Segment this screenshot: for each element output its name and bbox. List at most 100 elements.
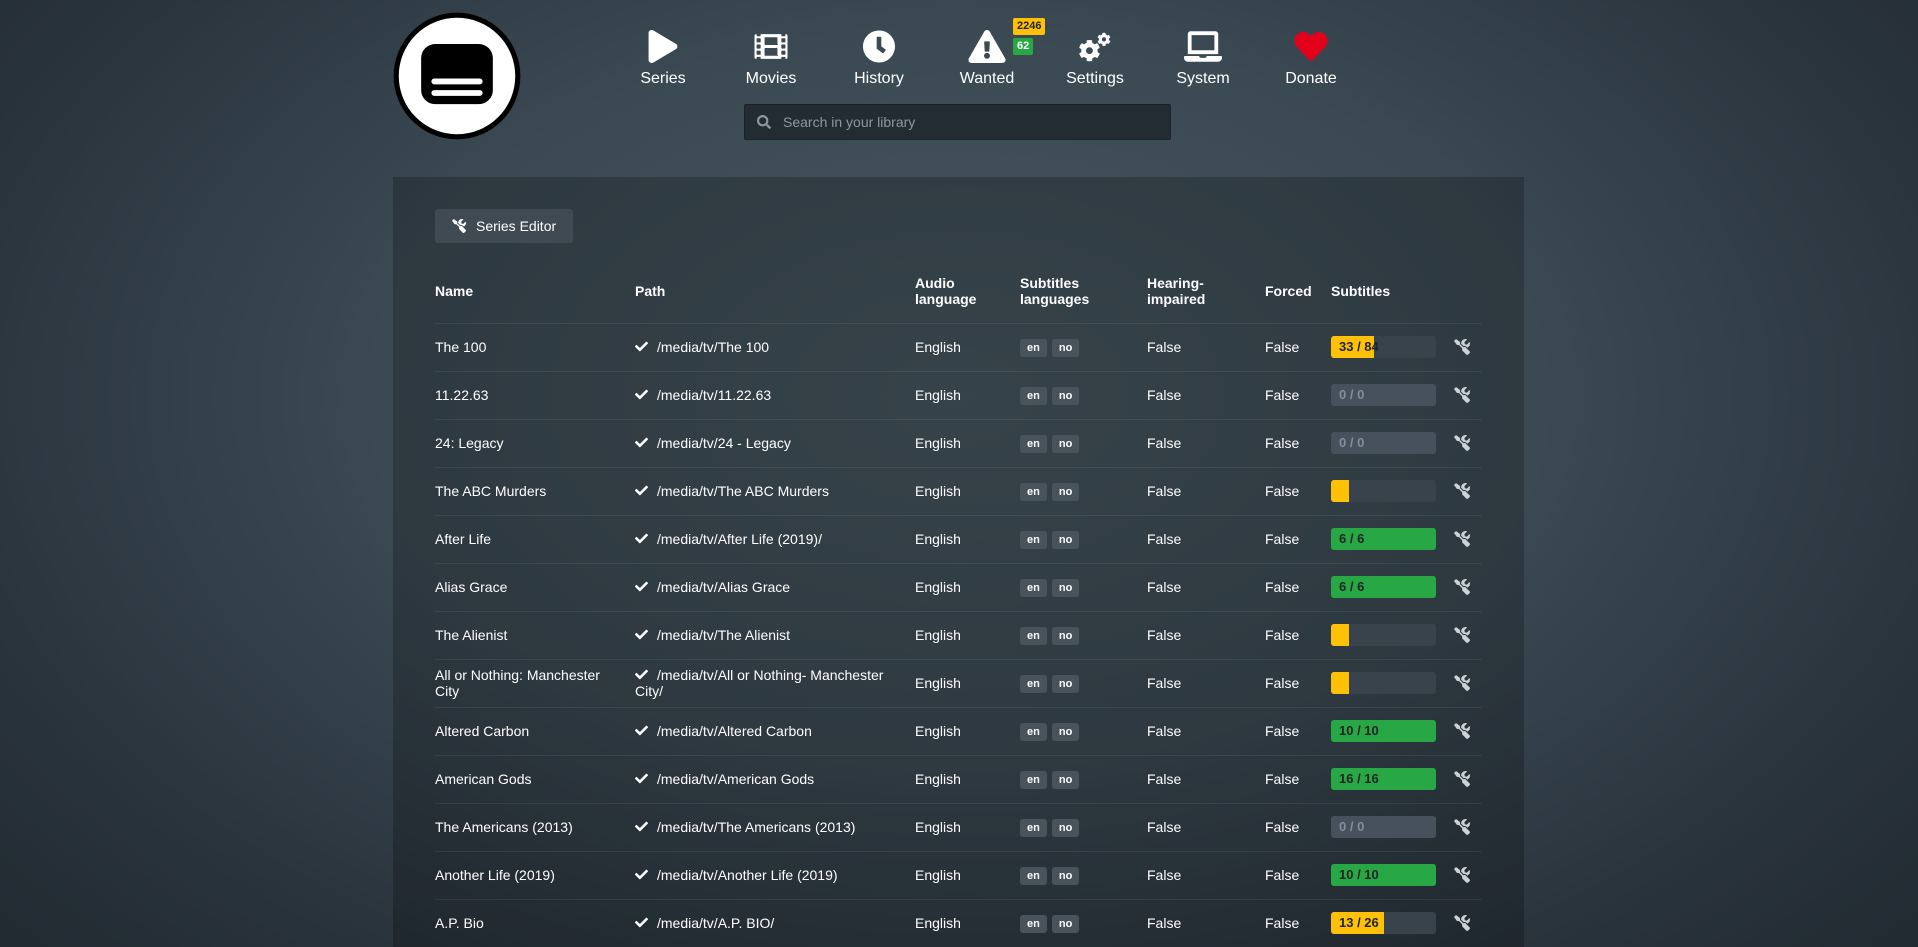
series-name: A.P. Bio [435, 899, 635, 947]
audio-language: English [915, 659, 1020, 707]
language-badge: no [1052, 627, 1079, 645]
forced-value: False [1265, 371, 1331, 419]
edit-series-button[interactable] [1452, 913, 1472, 933]
edit-series-button[interactable] [1452, 385, 1472, 405]
column-header-path: Path [635, 265, 915, 323]
series-path: /media/tv/11.22.63 [635, 371, 915, 419]
column-header-audio: Audio language [915, 265, 1020, 323]
edit-series-button[interactable] [1452, 577, 1472, 597]
forced-value: False [1265, 851, 1331, 899]
warning-triangle-icon [968, 30, 1006, 63]
laptop-icon [1184, 30, 1222, 63]
wrench-icon [452, 219, 466, 233]
wrench-icon [1454, 771, 1470, 787]
subtitles-languages: enno [1020, 707, 1147, 755]
subtitles-languages: enno [1020, 515, 1147, 563]
edit-series-button[interactable] [1452, 625, 1472, 645]
series-path: /media/tv/The ABC Murders [635, 467, 915, 515]
edit-series-button[interactable] [1452, 769, 1472, 789]
nav-item-settings[interactable]: Settings [1041, 30, 1149, 88]
edit-series-button[interactable] [1452, 865, 1472, 885]
hearing-impaired-value: False [1147, 707, 1265, 755]
subtitles-progress-label: 10 / 10 [1339, 864, 1379, 886]
nav-item-history[interactable]: History [825, 30, 933, 88]
language-badge: en [1020, 723, 1047, 741]
subtitles-languages: enno [1020, 611, 1147, 659]
language-badge: no [1052, 483, 1079, 501]
language-badge: en [1020, 771, 1047, 789]
series-editor-panel: Series Editor Name Path Audio language S… [393, 177, 1524, 947]
nav-item-system[interactable]: System [1149, 30, 1257, 88]
language-badge: no [1052, 867, 1079, 885]
play-icon [644, 30, 682, 63]
hearing-impaired-value: False [1147, 851, 1265, 899]
audio-language: English [915, 851, 1020, 899]
subtitles-progress-label: 0 / 0 [1339, 432, 1364, 454]
edit-series-button[interactable] [1452, 673, 1472, 693]
edit-series-button[interactable] [1452, 481, 1472, 501]
search-input[interactable] [781, 113, 1158, 131]
forced-value: False [1265, 611, 1331, 659]
language-badge: no [1052, 819, 1079, 837]
nav-item-donate[interactable]: Donate [1257, 30, 1365, 88]
series-path: /media/tv/Altered Carbon [635, 707, 915, 755]
series-path: /media/tv/American Gods [635, 755, 915, 803]
nav-item-wanted[interactable]: 2246 62 Wanted [933, 30, 1041, 88]
check-icon [635, 668, 648, 681]
hearing-impaired-value: False [1147, 515, 1265, 563]
column-header-name: Name [435, 265, 635, 323]
forced-value: False [1265, 755, 1331, 803]
language-badge: no [1052, 435, 1079, 453]
nav-label: System [1176, 70, 1229, 88]
table-row: Another Life (2019)/media/tv/Another Lif… [435, 851, 1482, 899]
nav-label: History [854, 70, 904, 88]
bazarr-logo[interactable] [393, 12, 521, 140]
subtitles-languages: enno [1020, 851, 1147, 899]
table-row: The ABC Murders/media/tv/The ABC Murders… [435, 467, 1482, 515]
hearing-impaired-value: False [1147, 323, 1265, 371]
check-icon [635, 868, 648, 881]
series-table-body: The 100/media/tv/The 100EnglishennoFalse… [435, 323, 1482, 947]
edit-series-button[interactable] [1452, 817, 1472, 837]
nav-item-series[interactable]: Series [609, 30, 717, 88]
series-path: /media/tv/A.P. BIO/ [635, 899, 915, 947]
series-path: /media/tv/Alias Grace [635, 563, 915, 611]
check-icon [635, 436, 648, 449]
language-badge: en [1020, 627, 1047, 645]
language-badge: en [1020, 579, 1047, 597]
audio-language: English [915, 419, 1020, 467]
series-name: 11.22.63 [435, 371, 635, 419]
hearing-impaired-value: False [1147, 659, 1265, 707]
check-icon [635, 532, 648, 545]
subtitles-languages: enno [1020, 899, 1147, 947]
table-row: Alias Grace/media/tv/Alias GraceEnglishe… [435, 563, 1482, 611]
language-badge: en [1020, 675, 1047, 693]
nav-item-movies[interactable]: Movies [717, 30, 825, 88]
audio-language: English [915, 467, 1020, 515]
subtitles-progress: 0 / 0 [1331, 816, 1436, 838]
hearing-impaired-value: False [1147, 467, 1265, 515]
nav-label: Wanted [960, 70, 1015, 88]
edit-series-button[interactable] [1452, 433, 1472, 453]
column-header-hi: Hearing-impaired [1147, 265, 1265, 323]
subtitles-progress: 13 / 26 [1331, 912, 1436, 934]
series-editor-label: Series Editor [476, 218, 556, 234]
wrench-icon [1454, 387, 1470, 403]
series-path: /media/tv/Another Life (2019) [635, 851, 915, 899]
audio-language: English [915, 707, 1020, 755]
edit-series-button[interactable] [1452, 337, 1472, 357]
edit-series-button[interactable] [1452, 721, 1472, 741]
forced-value: False [1265, 323, 1331, 371]
subtitles-languages: enno [1020, 803, 1147, 851]
series-editor-button[interactable]: Series Editor [435, 209, 573, 243]
series-name: Altered Carbon [435, 707, 635, 755]
wrench-icon [1454, 627, 1470, 643]
series-name: The 100 [435, 323, 635, 371]
language-badge: en [1020, 867, 1047, 885]
subtitles-languages: enno [1020, 755, 1147, 803]
audio-language: English [915, 371, 1020, 419]
subtitles-languages: enno [1020, 323, 1147, 371]
edit-series-button[interactable] [1452, 529, 1472, 549]
wrench-icon [1454, 483, 1470, 499]
subtitles-languages: enno [1020, 371, 1147, 419]
